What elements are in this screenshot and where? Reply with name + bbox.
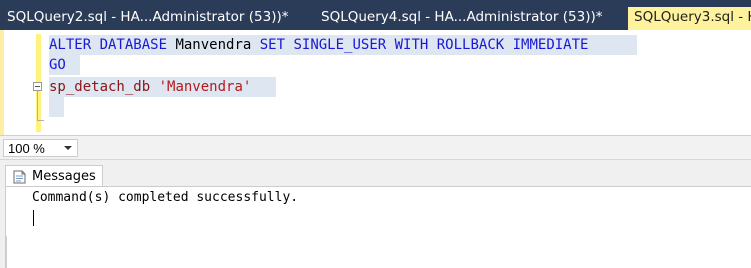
database-name: Manvendra <box>175 37 252 53</box>
pane-divider <box>6 236 7 268</box>
outline-guide-line <box>37 91 38 121</box>
stored-procedure-name: sp_detach_db <box>49 79 151 95</box>
tab-sqlquery2[interactable]: SQLQuery2.sql - HA...Administrator (53))… <box>0 7 290 30</box>
code-line-1[interactable]: ALTER DATABASE Manvendra SET SINGLE_USER… <box>49 35 637 55</box>
chevron-down-icon[interactable] <box>64 146 72 150</box>
tab-messages[interactable]: Messages <box>5 165 103 187</box>
code-line-3[interactable]: sp_detach_db 'Manvendra' <box>49 77 276 97</box>
text-caret <box>33 210 34 226</box>
keyword-set-single-user: SET SINGLE_USER WITH ROLLBACK IMMEDIATE <box>259 37 589 53</box>
keyword-alter-database: ALTER DATABASE <box>49 37 168 53</box>
tab-sqlquery4[interactable]: SQLQuery4.sql - HA...Administrator (53))… <box>314 7 614 30</box>
results-panel: Messages Command(s) completed successful… <box>0 159 751 268</box>
string-literal: 'Manvendra' <box>158 79 252 95</box>
keyword-go: GO <box>49 57 66 73</box>
editor-left-margin <box>0 30 4 135</box>
code-line-2[interactable]: GO <box>49 55 80 75</box>
messages-pane[interactable]: Command(s) completed successfully. <box>5 186 751 268</box>
zoom-dropdown[interactable]: 100 % <box>3 139 78 157</box>
document-tab-strip: SQLQuery2.sql - HA...Administrator (53))… <box>0 0 751 30</box>
editor-zoom-bar: 100 % <box>0 135 751 159</box>
messages-icon <box>13 170 26 184</box>
collapse-outline-icon[interactable] <box>33 82 42 91</box>
messages-tab-label: Messages <box>32 169 96 184</box>
query-editor[interactable]: ALTER DATABASE Manvendra SET SINGLE_USER… <box>0 30 751 135</box>
result-message: Command(s) completed successfully. <box>32 190 299 205</box>
zoom-value: 100 % <box>8 141 45 156</box>
outline-guide-end <box>37 120 44 121</box>
code-line-4[interactable] <box>49 97 64 117</box>
tab-sqlquery3[interactable]: SQLQuery3.sql - HA <box>628 7 751 30</box>
